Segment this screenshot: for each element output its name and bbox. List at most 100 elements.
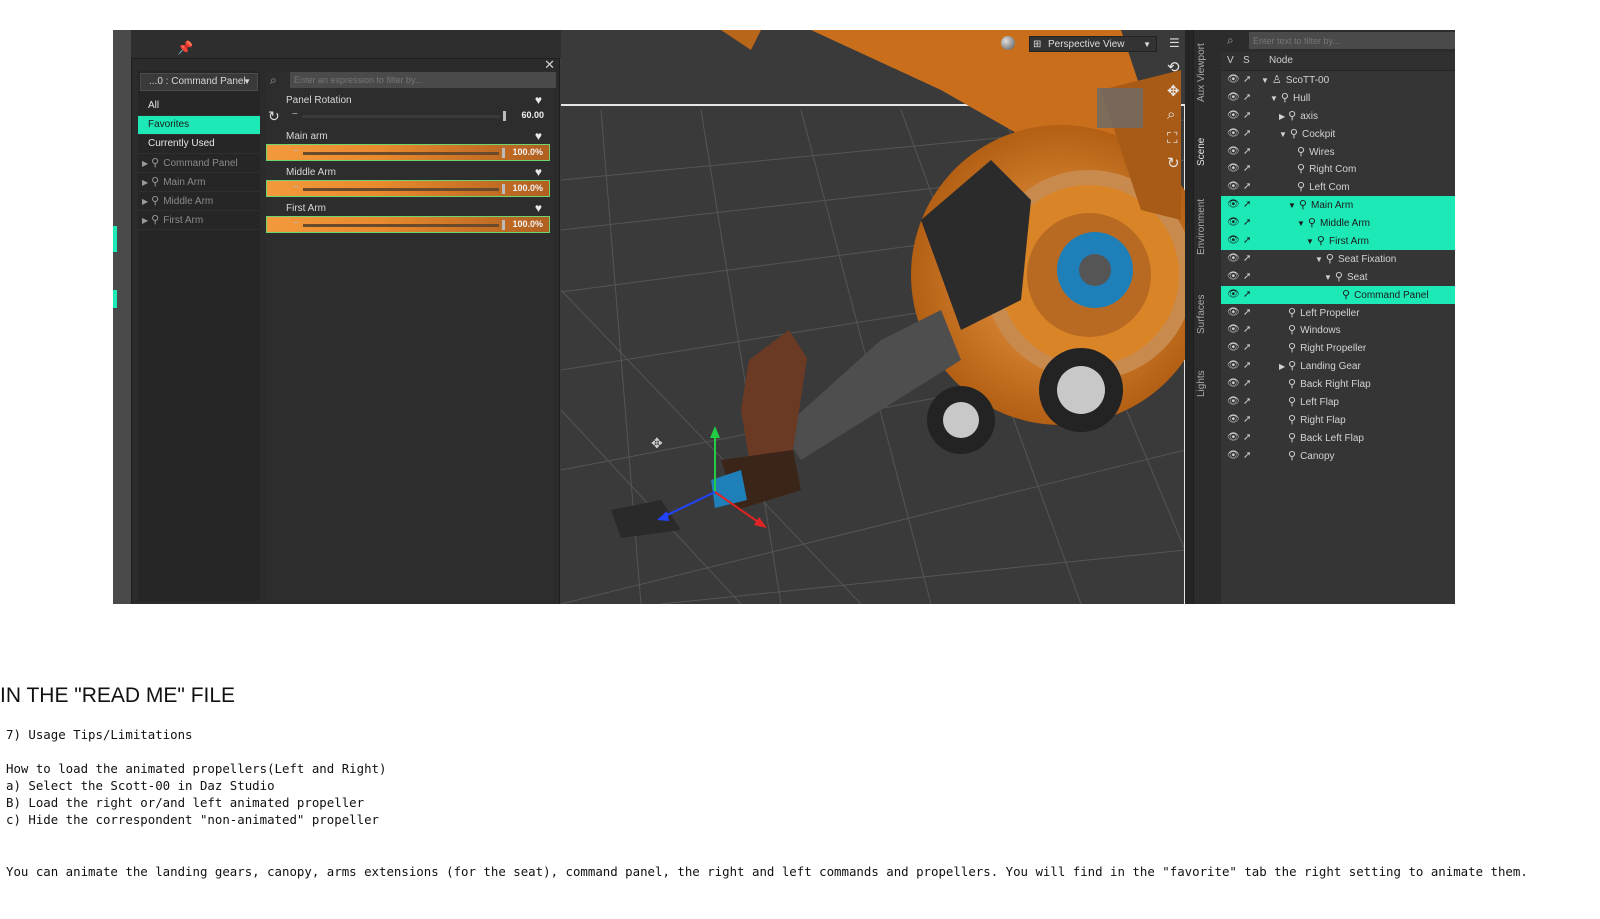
scene-node-row[interactable]: 👁 ➚ ⚲ Windows (1221, 321, 1455, 339)
selectable-cursor-icon[interactable]: ➚ (1243, 429, 1251, 447)
parameter-value[interactable]: 100.0% (512, 147, 543, 157)
visibility-eye-icon[interactable]: 👁 (1227, 357, 1240, 375)
zoom-icon[interactable]: ⌕ (1167, 106, 1175, 123)
3d-viewport[interactable]: ✥ ⊞ Perspective View ▼ ☰ ⟲ ✥ ⌕ ⛶ ↻ (561, 30, 1185, 604)
column-node[interactable]: Node (1269, 52, 1293, 70)
decrement-icon[interactable]: − (292, 109, 298, 120)
selectable-cursor-icon[interactable]: ➚ (1243, 196, 1251, 214)
expand-arrow-icon[interactable]: ▼ (1261, 76, 1269, 85)
visibility-eye-icon[interactable]: 👁 (1227, 321, 1240, 339)
selectable-cursor-icon[interactable]: ➚ (1243, 304, 1251, 322)
selectable-cursor-icon[interactable]: ➚ (1243, 268, 1251, 286)
expand-arrow-icon[interactable]: ▼ (1315, 255, 1323, 264)
scene-node-row[interactable]: 👁 ➚ ▼ ⚲ Seat Fixation (1221, 250, 1455, 268)
visibility-eye-icon[interactable]: 👁 (1227, 178, 1240, 196)
visibility-eye-icon[interactable]: 👁 (1227, 143, 1240, 161)
slider-knob[interactable] (503, 111, 506, 121)
category-item[interactable]: All (138, 97, 260, 116)
tab-environment[interactable]: Environment (1196, 192, 1218, 262)
parameter-value[interactable]: 100.0% (512, 183, 543, 193)
scene-node-row[interactable]: 👁 ➚ ⚲ Canopy (1221, 447, 1455, 465)
pin-icon[interactable]: 📌 (177, 40, 193, 56)
visibility-eye-icon[interactable]: 👁 (1227, 339, 1240, 357)
expand-arrow-icon[interactable]: ▼ (1270, 94, 1278, 103)
viewport-menu-icon[interactable]: ☰ (1169, 36, 1180, 50)
tab-surfaces[interactable]: Surfaces (1196, 288, 1218, 340)
decrement-icon[interactable]: − (293, 218, 299, 229)
decrement-icon[interactable]: − (293, 182, 299, 193)
selectable-cursor-icon[interactable]: ➚ (1243, 321, 1251, 339)
scene-node-row[interactable]: 👁 ➚ ▼ ⚲ Seat (1221, 268, 1455, 286)
category-item[interactable]: ▶ ⚲ Main Arm (138, 173, 260, 192)
expand-arrow-icon[interactable]: ▶ (142, 159, 148, 168)
parameter-filter-input[interactable] (290, 72, 556, 88)
tab-scene[interactable]: Scene (1196, 132, 1218, 172)
slider-knob[interactable] (502, 148, 505, 158)
scene-node-row[interactable]: 👁 ➚ ⚲ Left Propeller (1221, 304, 1455, 322)
orbit-icon[interactable]: ⟲ (1167, 58, 1180, 76)
column-selectable[interactable]: S (1243, 52, 1250, 70)
category-item[interactable]: ▶ ⚲ First Arm (138, 211, 260, 230)
visibility-eye-icon[interactable]: 👁 (1227, 304, 1240, 322)
favorite-heart-icon[interactable]: ♥ (535, 201, 542, 215)
scene-node-row[interactable]: 👁 ➚ ⚲ Back Right Flap (1221, 375, 1455, 393)
expand-arrow-icon[interactable]: ▼ (1288, 201, 1296, 210)
expand-arrow-icon[interactable]: ▶ (142, 197, 148, 206)
visibility-eye-icon[interactable]: 👁 (1227, 89, 1240, 107)
selectable-cursor-icon[interactable]: ➚ (1243, 214, 1251, 232)
tab-lights[interactable]: Lights (1196, 366, 1218, 402)
expand-arrow-icon[interactable]: ▶ (142, 178, 148, 187)
visibility-eye-icon[interactable]: 👁 (1227, 250, 1240, 268)
expand-arrow-icon[interactable]: ▼ (1306, 237, 1314, 246)
scene-node-row[interactable]: 👁 ➚ ⚲ Back Left Flap (1221, 429, 1455, 447)
scene-node-row[interactable]: 👁 ➚ ▼ ⚲ Hull (1221, 89, 1455, 107)
expand-arrow-icon[interactable]: ▶ (142, 216, 148, 225)
scene-node-row[interactable]: 👁 ➚ ⚲ Right Com (1221, 160, 1455, 178)
scene-node-row[interactable]: 👁 ➚ ▼ ⚲ Middle Arm (1221, 214, 1455, 233)
pane-divider[interactable] (1185, 30, 1193, 604)
scene-node-row[interactable]: 👁 ➚ ⚲ Right Propeller (1221, 339, 1455, 357)
parameter-slider[interactable]: − 100.0% (266, 144, 550, 161)
visibility-eye-icon[interactable]: 👁 (1227, 125, 1240, 143)
visibility-eye-icon[interactable]: 👁 (1227, 286, 1240, 304)
decrement-icon[interactable]: − (293, 146, 299, 157)
selectable-cursor-icon[interactable]: ➚ (1243, 447, 1251, 465)
scene-filter-input[interactable] (1249, 32, 1455, 49)
visibility-eye-icon[interactable]: 👁 (1227, 268, 1240, 286)
category-item[interactable]: Favorites (138, 116, 260, 135)
tab-aux-viewport[interactable]: Aux Viewport (1196, 38, 1218, 108)
scene-node-row[interactable]: 👁 ➚ ▶ ⚲ axis (1221, 107, 1455, 125)
parameter-slider[interactable]: − 100.0% (266, 180, 550, 197)
visibility-eye-icon[interactable]: 👁 (1227, 429, 1240, 447)
visibility-eye-icon[interactable]: 👁 (1227, 393, 1240, 411)
expand-arrow-icon[interactable]: ▼ (1324, 273, 1332, 282)
visibility-eye-icon[interactable]: 👁 (1227, 447, 1240, 465)
selectable-cursor-icon[interactable]: ➚ (1243, 411, 1251, 429)
slider-knob[interactable] (502, 184, 505, 194)
selectable-cursor-icon[interactable]: ➚ (1243, 125, 1251, 143)
selectable-cursor-icon[interactable]: ➚ (1243, 160, 1251, 178)
scene-node-row[interactable]: 👁 ➚ ⚲ Right Flap (1221, 411, 1455, 429)
visibility-eye-icon[interactable]: 👁 (1227, 232, 1240, 250)
selectable-cursor-icon[interactable]: ➚ (1243, 71, 1251, 89)
category-item[interactable]: Currently Used (138, 135, 260, 154)
favorite-heart-icon[interactable]: ♥ (535, 129, 542, 143)
slider-knob[interactable] (502, 220, 505, 230)
visibility-eye-icon[interactable]: 👁 (1227, 214, 1240, 232)
viewport-sphere-icon[interactable] (1001, 36, 1015, 50)
column-visible[interactable]: V (1227, 52, 1234, 70)
selectable-cursor-icon[interactable]: ➚ (1243, 357, 1251, 375)
favorite-heart-icon[interactable]: ♥ (535, 93, 542, 107)
selectable-cursor-icon[interactable]: ➚ (1243, 143, 1251, 161)
scene-node-row[interactable]: 👁 ➚ ⚲ Left Com (1221, 178, 1455, 196)
visibility-eye-icon[interactable]: 👁 (1227, 411, 1240, 429)
parameter-slider[interactable]: ↻ − 60.00 (266, 108, 550, 125)
scene-node-row[interactable]: 👁 ➚ ▼ ⚲ Main Arm (1221, 196, 1455, 215)
scene-node-row[interactable]: 👁 ➚ ▼ ♙ ScoTT-00 (1221, 71, 1455, 89)
parameter-value[interactable]: 100.0% (512, 219, 543, 229)
pan-icon[interactable]: ✥ (1167, 82, 1180, 100)
category-item[interactable]: ▶ ⚲ Command Panel (138, 154, 260, 173)
view-select-dropdown[interactable]: ⊞ Perspective View ▼ (1029, 36, 1157, 52)
expand-arrow-icon[interactable]: ▶ (1279, 112, 1285, 121)
scene-node-row[interactable]: 👁 ➚ ⚲ Wires (1221, 143, 1455, 161)
